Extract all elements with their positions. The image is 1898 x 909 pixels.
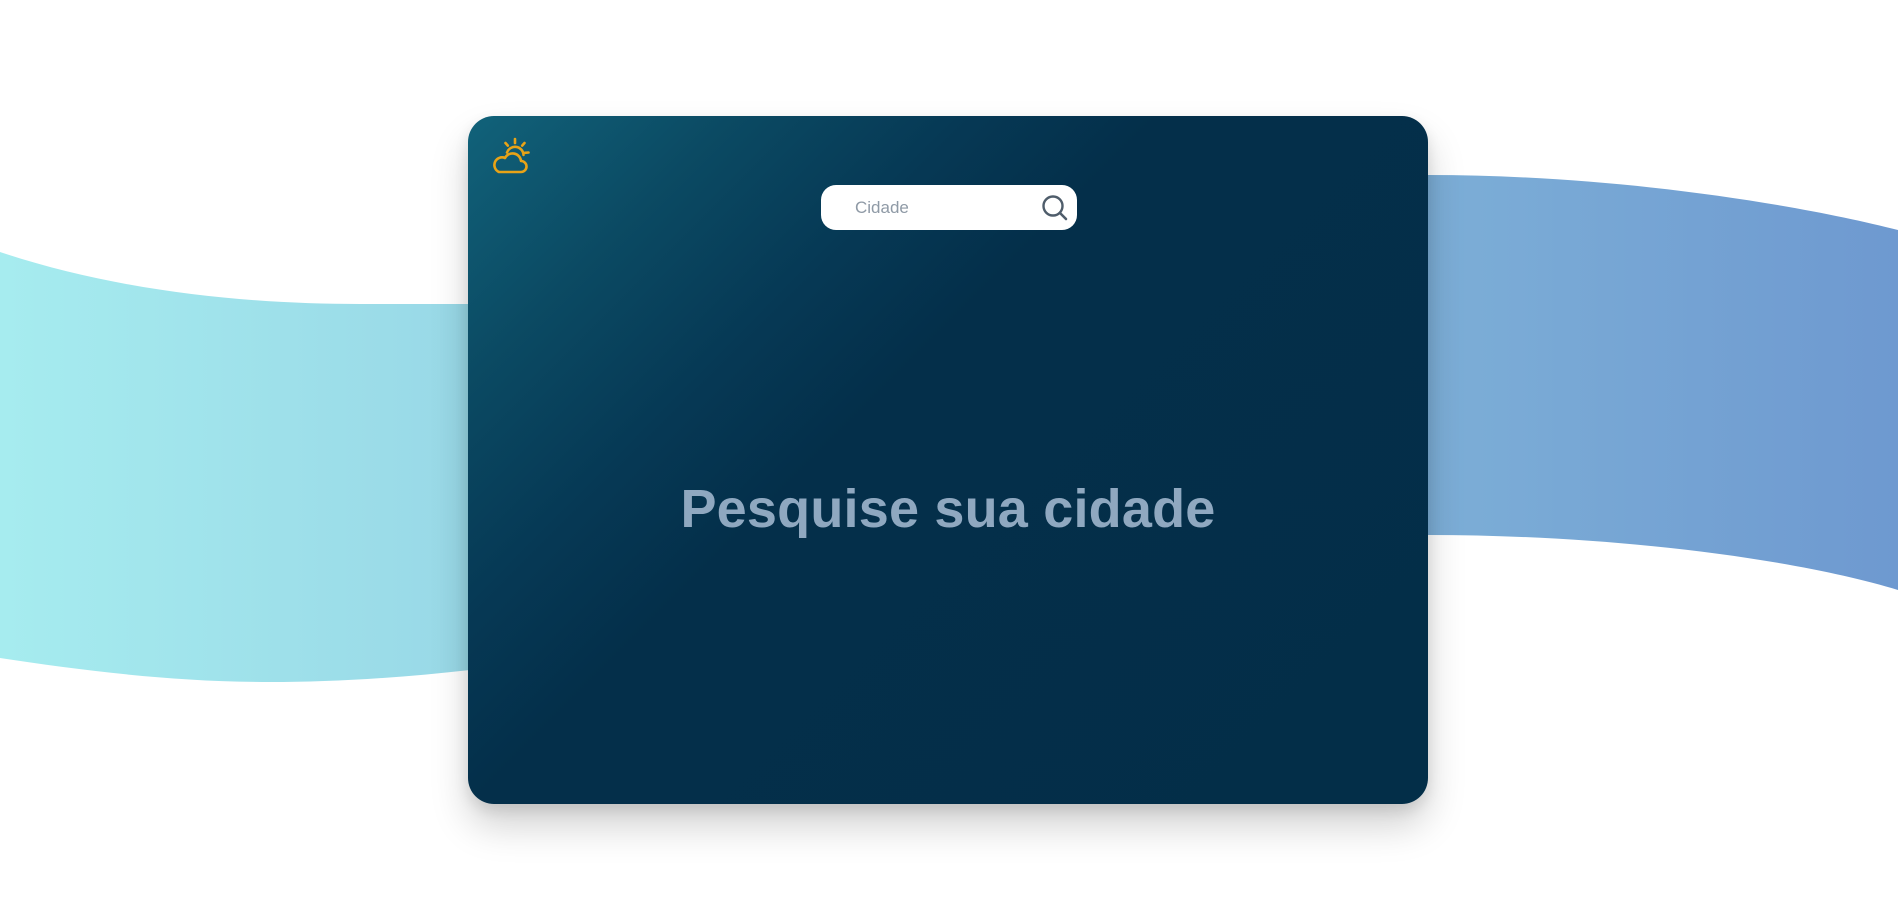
page-background: Pesquise sua cidade <box>0 0 1898 909</box>
cloud-sun-icon <box>490 136 532 178</box>
search-box <box>821 185 1077 230</box>
search-input[interactable] <box>855 185 1025 230</box>
empty-state-headline: Pesquise sua cidade <box>680 479 1216 539</box>
weather-card: Pesquise sua cidade <box>468 116 1428 804</box>
search-icon[interactable] <box>1041 194 1069 222</box>
